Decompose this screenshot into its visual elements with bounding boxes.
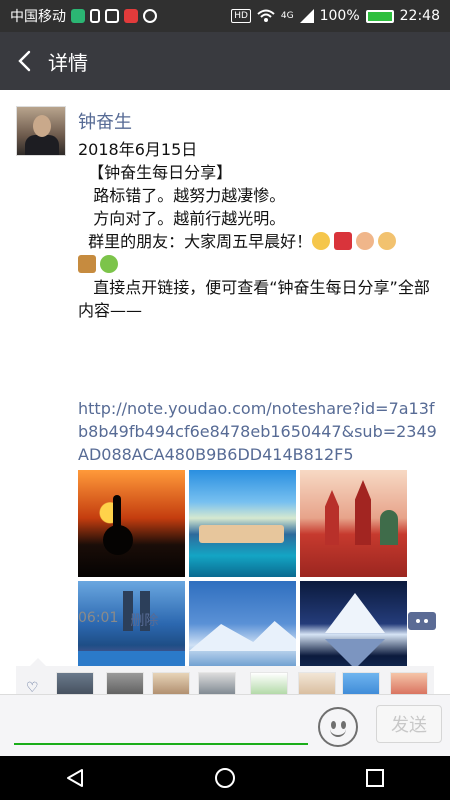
post-greeting: 群里的朋友：大家周五早晨好！ — [78, 230, 438, 253]
post-instruction: 直接点开链接，便可查看“钟奋生每日分享”全部内容—— — [78, 278, 430, 320]
status-bar: 中国移动 HD 4G 100% 22:48 — [0, 0, 450, 32]
square-recent-icon[interactable] — [364, 767, 386, 789]
post-detail: 钟奋生 2018年6月15日 【钟奋生每日分享】 路标错了。越努力越凄惨。 方向… — [0, 90, 450, 694]
post-heading: 【钟奋生每日分享】 — [78, 163, 233, 182]
likes-bar: ♡ — [16, 658, 434, 694]
comment-button[interactable] — [408, 612, 436, 630]
post-emoji-line — [78, 253, 438, 276]
post-greeting-text: 群里的朋友：大家周五早晨好！ — [78, 232, 313, 251]
usb-icon — [90, 9, 100, 23]
hd-badge: HD — [231, 9, 251, 23]
comment-icon — [416, 619, 420, 623]
smile-emoji-icon — [312, 232, 331, 250]
triangle-back-icon[interactable] — [64, 767, 86, 789]
back-button[interactable] — [0, 32, 48, 90]
like-avatar[interactable] — [298, 672, 336, 694]
system-nav-bar — [0, 756, 450, 800]
emoji-icon — [331, 721, 336, 729]
wifi-icon — [257, 9, 275, 22]
network-type-label: 4G — [280, 11, 294, 21]
comment-input-bar: 发送 — [0, 694, 450, 756]
emoji-button[interactable] — [318, 707, 358, 747]
like-avatar[interactable] — [390, 672, 428, 694]
post-text: 2018年6月15日 【钟奋生每日分享】 路标错了。越努力越凄惨。 方向对了。越… — [78, 138, 438, 322]
image-lake-town[interactable] — [189, 470, 296, 577]
delete-button[interactable]: 删除 — [130, 610, 158, 630]
browser-icon — [143, 9, 157, 23]
like-avatar[interactable] — [198, 672, 236, 694]
status-left: 中国移动 — [10, 6, 157, 26]
author-name[interactable]: 钟奋生 — [78, 108, 132, 134]
shield-icon — [105, 9, 119, 23]
post-time: 06:01 — [78, 610, 119, 626]
like-avatar[interactable] — [106, 672, 144, 694]
image-grid — [78, 470, 408, 688]
nav-bar: 详情 — [0, 32, 450, 90]
image-heron-sunset[interactable] — [78, 470, 185, 577]
carrier-label: 中国移动 — [10, 9, 66, 25]
clock: 22:48 — [399, 8, 440, 24]
like-avatar[interactable] — [342, 672, 380, 694]
back-arrow-icon — [18, 50, 31, 72]
comment-input[interactable] — [14, 743, 308, 745]
post-meta: 06:01 删除 — [78, 610, 158, 630]
page-title: 详情 — [48, 50, 88, 75]
battery-icon — [365, 9, 394, 23]
post-date: 2018年6月15日 — [78, 140, 198, 159]
image-red-towers[interactable] — [300, 470, 407, 577]
handshake-emoji-icon — [356, 232, 375, 250]
rose-emoji-icon — [334, 232, 353, 250]
status-right: HD 4G 100% 22:48 — [231, 8, 440, 24]
post-line: 方向对了。越前行越光明。 — [78, 209, 286, 228]
like-avatar[interactable] — [56, 672, 94, 694]
author-avatar[interactable] — [16, 106, 66, 156]
app-icon — [71, 9, 85, 23]
circle-home-icon[interactable] — [214, 767, 236, 789]
coffee-emoji-icon — [78, 255, 96, 273]
pray-emoji-icon — [378, 232, 397, 250]
video-app-icon — [124, 9, 138, 23]
post-link[interactable]: http://note.youdao.com/noteshare?id=7a13… — [78, 397, 438, 466]
heart-icon: ♡ — [26, 680, 39, 694]
wave-emoji-icon — [100, 255, 118, 273]
signal-icon — [299, 9, 314, 23]
battery-percent: 100% — [319, 8, 360, 24]
send-button[interactable]: 发送 — [376, 705, 442, 743]
post-line: 路标错了。越努力越凄惨。 — [78, 186, 286, 205]
like-avatar[interactable] — [152, 672, 190, 694]
like-avatar[interactable] — [250, 672, 288, 694]
